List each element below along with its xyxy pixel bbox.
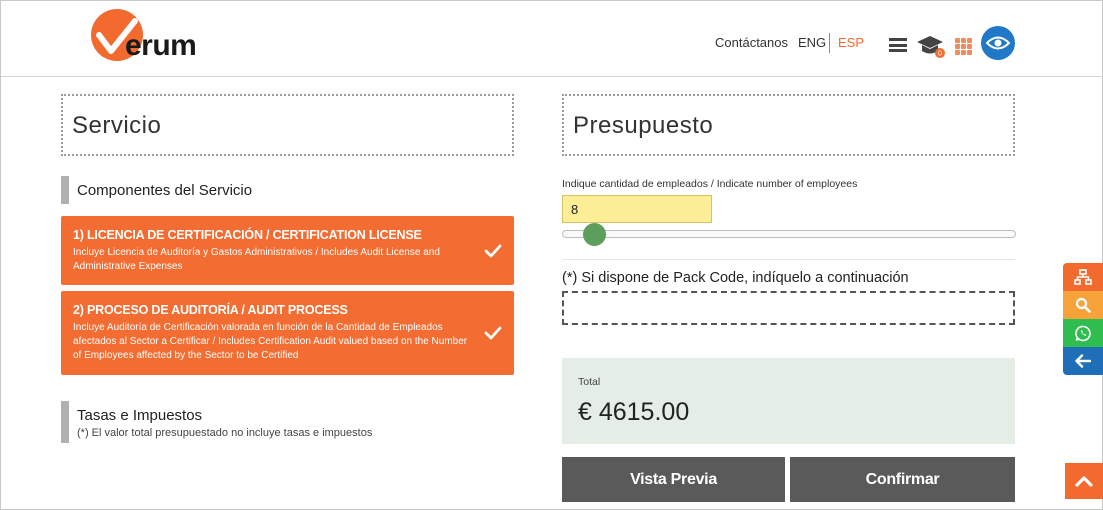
whatsapp-icon [1074,325,1091,341]
checkmark-icon [484,244,502,257]
search-button[interactable] [1063,291,1103,319]
employees-input[interactable]: 8 [562,195,712,223]
employees-label: Indique cantidad de empleados / Indicate… [562,178,858,190]
menu-icon[interactable] [889,38,907,52]
employees-slider-handle[interactable] [583,223,606,246]
pack-code-input[interactable] [562,291,1015,325]
chevron-up-icon [1075,476,1093,487]
component-description: Incluye Auditoría de Certificación valor… [73,322,468,361]
total-value: € 4615.00 [578,398,690,426]
taxes-heading: Tasas e Impuestos [77,407,203,424]
lang-esp-link[interactable]: ESP [838,35,864,50]
scroll-to-top-button[interactable] [1065,463,1103,499]
site-header: erum Contáctanos ENG ESP 0 [1,1,1102,77]
component-card-audit[interactable]: 2) PROCESO DE AUDITORÍA / AUDIT PROCESS … [61,291,514,375]
eye-icon[interactable] [981,26,1015,60]
graduation-cap-icon[interactable]: 0 [916,33,946,59]
employees-slider-track[interactable] [562,230,1016,238]
search-icon [1075,297,1091,313]
section-accent-bar [61,401,69,443]
sitemap-button[interactable] [1063,263,1103,291]
components-heading-label: Componentes del Servicio [77,182,253,199]
component-card-license[interactable]: 1) LICENCIA DE CERTIFICACIÓN / CERTIFICA… [61,216,514,285]
logo-text: erum [125,29,197,62]
back-button[interactable] [1063,347,1103,375]
component-title: 2) PROCESO DE AUDITORÍA / AUDIT PROCESS [73,303,348,317]
verum-logo[interactable]: erum [91,9,201,65]
checkmark-icon [484,326,502,340]
total-label: Total [578,376,601,388]
whatsapp-button[interactable] [1063,319,1103,347]
lang-eng-link[interactable]: ENG [798,35,826,50]
section-accent-bar [61,176,69,204]
component-title: 1) LICENCIA DE CERTIFICACIÓN / CERTIFICA… [73,228,422,242]
component-description: Incluye Licencia de Auditoría y Gastos A… [73,247,440,272]
servicio-title: Servicio [61,94,514,156]
sitemap-icon [1074,269,1092,285]
lang-separator [829,33,830,53]
cap-badge-count: 0 [938,51,942,58]
preview-button[interactable]: Vista Previa [562,457,785,502]
pack-code-label: (*) Si dispone de Pack Code, indíquelo a… [562,270,909,286]
back-arrow-icon [1075,354,1091,368]
taxes-section: Tasas e Impuestos (*) El valor total pre… [61,401,514,443]
total-panel: Total € 4615.00 [562,358,1015,444]
apps-grid-icon[interactable] [955,38,972,55]
presupuesto-title: Presupuesto [562,94,1015,156]
components-heading: Componentes del Servicio [61,176,514,204]
nav-contact-link[interactable]: Contáctanos [715,35,788,50]
confirm-button[interactable]: Confirmar [790,457,1015,502]
divider [562,259,1015,260]
taxes-note: (*) El valor total presupuestado no incl… [77,427,373,439]
